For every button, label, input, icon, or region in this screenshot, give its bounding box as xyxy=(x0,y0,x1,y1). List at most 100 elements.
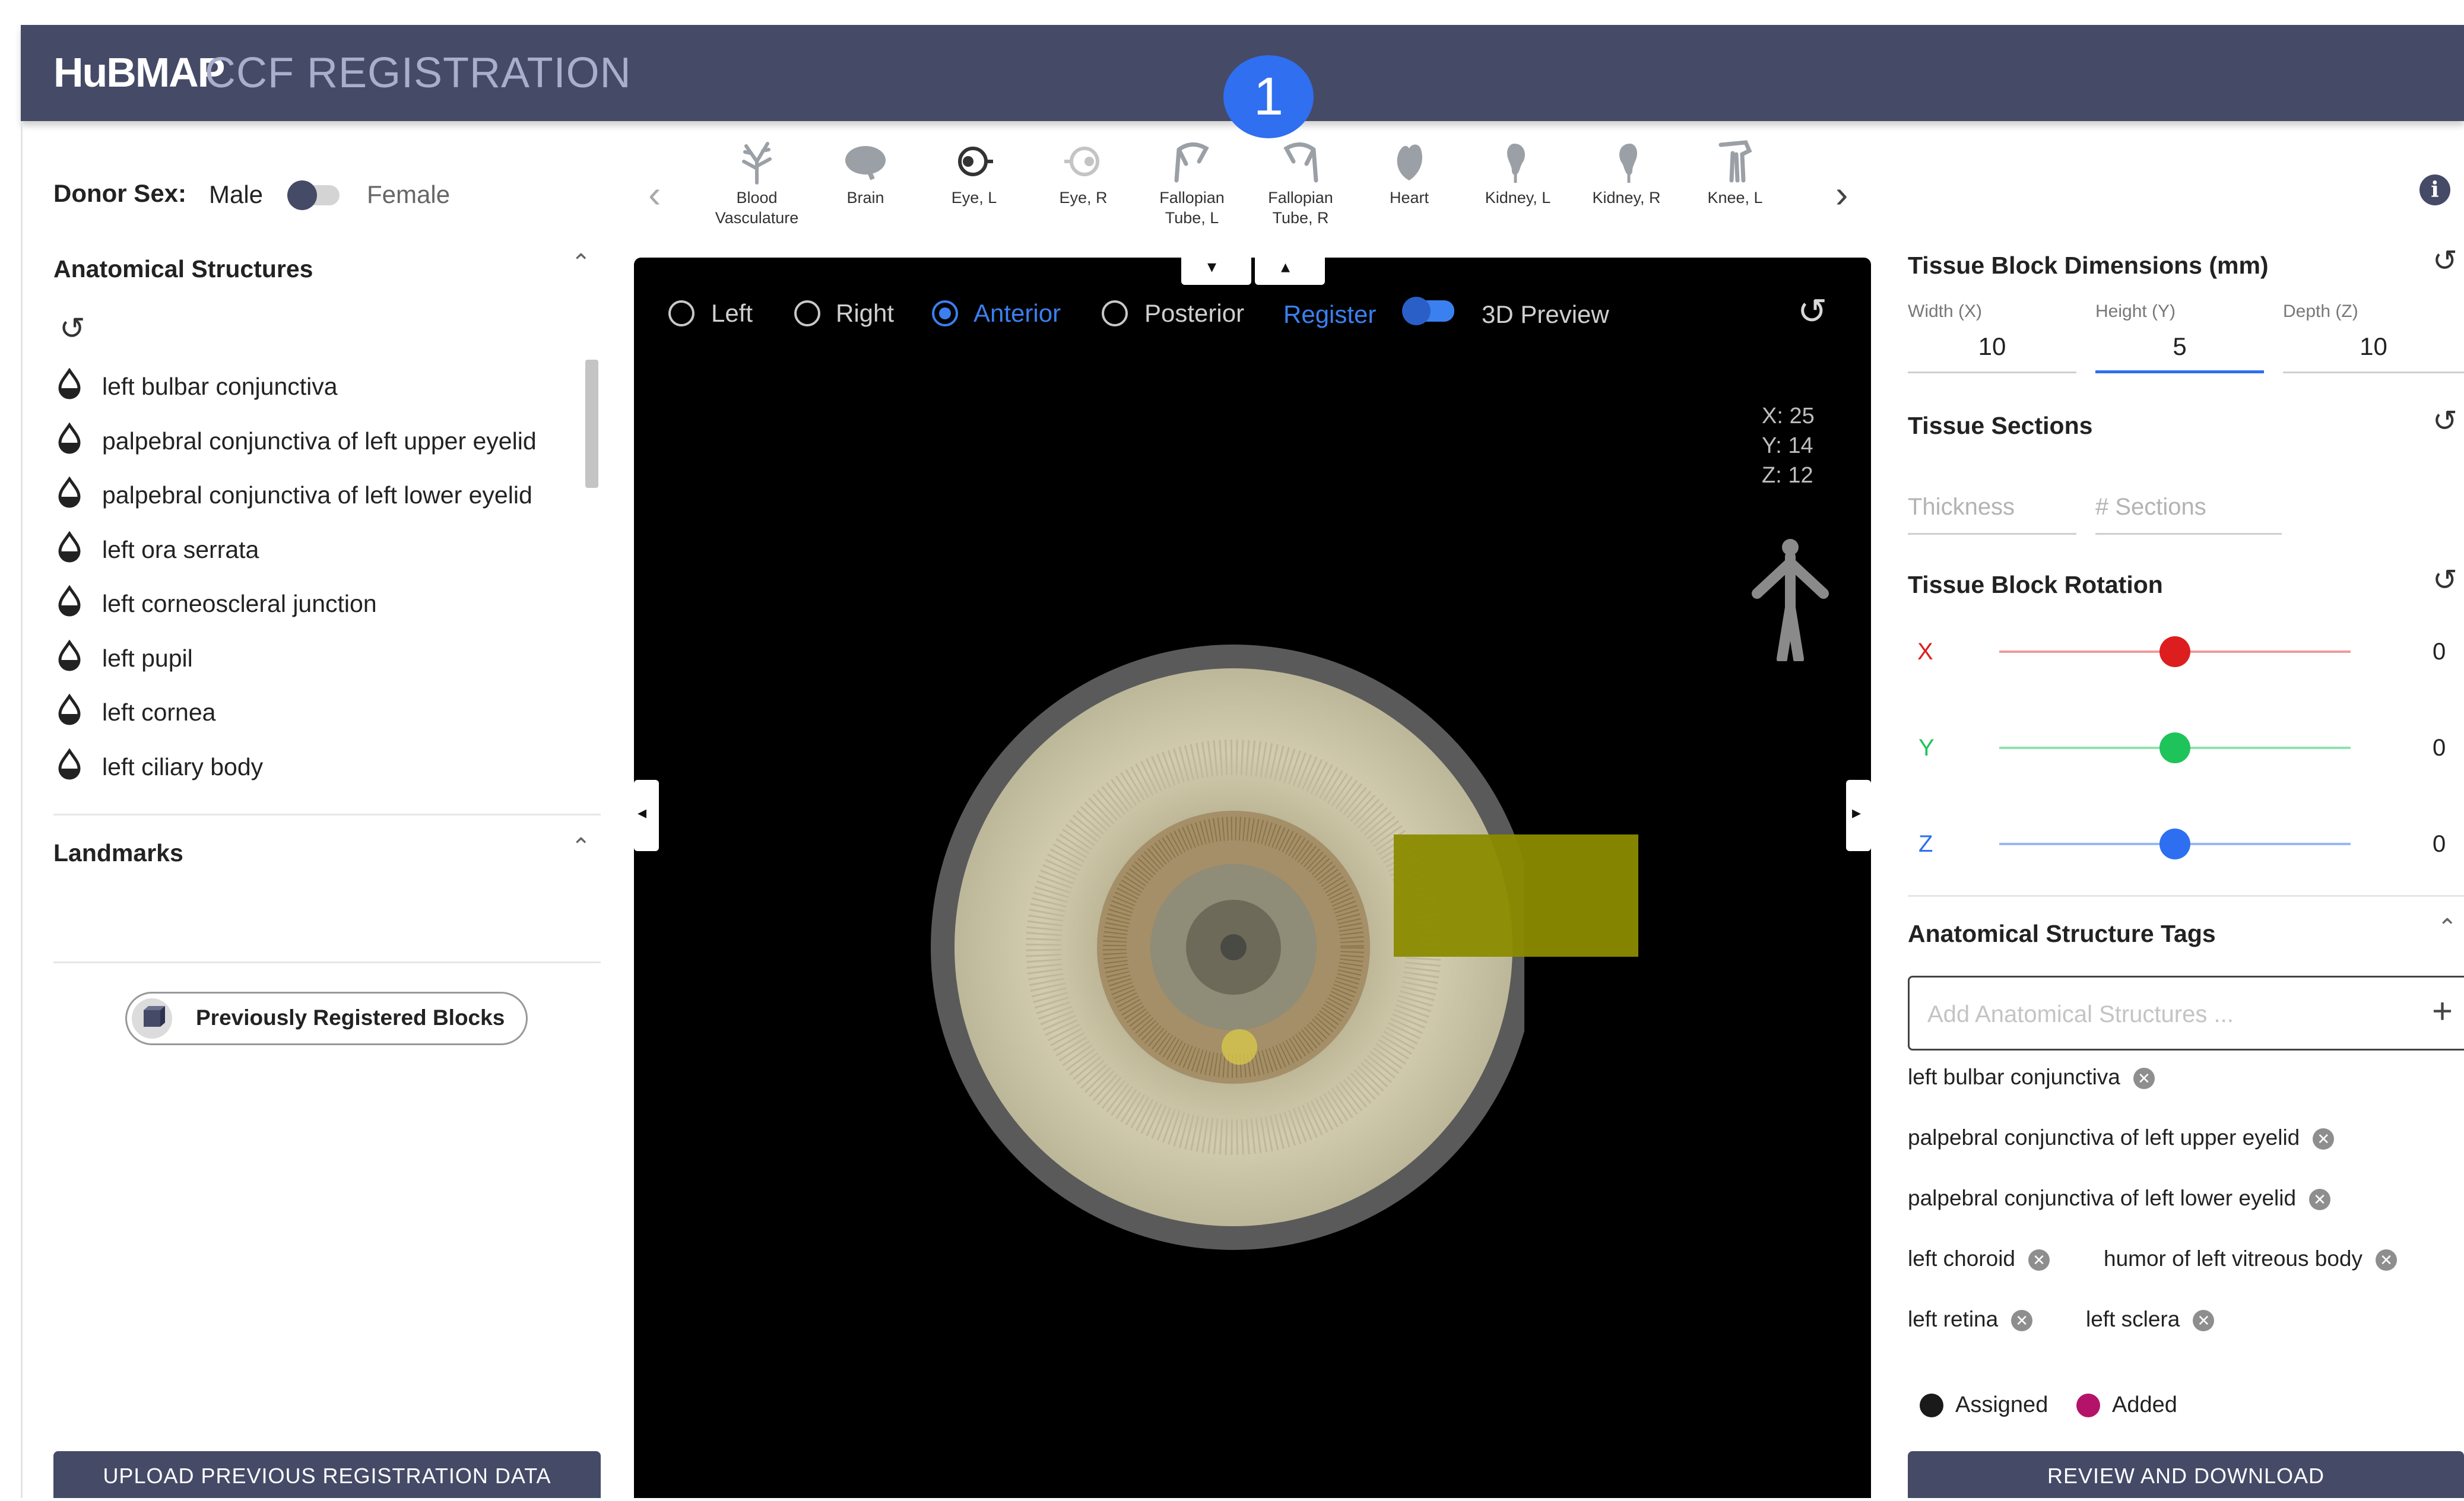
preview-toggle[interactable] xyxy=(1402,297,1454,325)
list-item[interactable]: left ora serrata xyxy=(58,531,259,564)
remove-tag-icon[interactable]: ✕ xyxy=(2028,1249,2050,1271)
tag-search-box[interactable]: Add Anatomical Structures ... + xyxy=(1908,976,2464,1051)
radio-posterior[interactable] xyxy=(1102,300,1128,326)
radio-left[interactable] xyxy=(668,300,695,326)
caret-up-icon: ▴ xyxy=(1281,257,1290,277)
donor-sex-toggle[interactable] xyxy=(287,180,340,210)
opacity-drop-icon[interactable] xyxy=(56,640,83,673)
organ-label-line1: Kidney, R xyxy=(1592,189,1661,207)
structure-label: left corneoscleral junction xyxy=(102,590,377,617)
tag-label: palpebral conjunctiva of left lower eyel… xyxy=(1908,1186,2297,1210)
view-right-label[interactable]: Right xyxy=(836,299,894,328)
structure-tag: palpebral conjunctiva of left lower eyel… xyxy=(1908,1186,2331,1211)
tag-search-input[interactable]: Add Anatomical Structures ... xyxy=(1927,1001,2234,1028)
donor-male-label[interactable]: Male xyxy=(209,180,263,209)
list-scrollbar[interactable] xyxy=(585,360,598,488)
cube-icon xyxy=(132,998,172,1039)
kidney-icon xyxy=(1619,144,1637,183)
upload-registration-button[interactable]: UPLOAD PREVIOUS REGISTRATION DATA xyxy=(53,1451,601,1498)
reset-dimensions-icon[interactable]: ↺ xyxy=(2433,243,2457,278)
3d-viewer[interactable]: ▾ ▴ Left Right Anterior Posterior Regist… xyxy=(634,254,1871,1498)
opacity-drop-icon[interactable] xyxy=(56,423,83,456)
remove-tag-icon[interactable]: ✕ xyxy=(2309,1189,2331,1211)
collapse-right-panel-tab[interactable]: ▸ xyxy=(1846,780,1871,851)
opacity-drop-icon[interactable] xyxy=(56,748,83,782)
field-underline xyxy=(2283,372,2464,373)
remove-tag-icon[interactable]: ✕ xyxy=(2133,1068,2155,1090)
list-item[interactable]: palpebral conjunctiva of left upper eyel… xyxy=(58,423,537,455)
opacity-drop-icon[interactable] xyxy=(56,531,83,564)
thickness-input[interactable]: Thickness xyxy=(1908,494,2015,521)
collapse-chevron-icon[interactable]: ⌃ xyxy=(571,249,591,277)
list-item[interactable]: left pupil xyxy=(58,640,193,672)
organ-knee-left[interactable]: Knee, L xyxy=(1682,138,1788,208)
tissue-block[interactable] xyxy=(1394,834,1638,957)
rotation-y-label: Y xyxy=(1918,735,1935,761)
organ-eye-right[interactable]: Eye, R xyxy=(1030,138,1137,208)
remove-tag-icon[interactable]: ✕ xyxy=(2193,1310,2215,1332)
rotation-title: Tissue Block Rotation xyxy=(1908,571,2163,598)
height-label: Height (Y) xyxy=(2095,302,2176,321)
carousel-prev-icon[interactable]: ‹ xyxy=(648,172,661,216)
list-item[interactable]: left ciliary body xyxy=(58,748,263,781)
collapse-left-panel-tab[interactable]: ◂ xyxy=(634,780,659,851)
tag-label: palpebral conjunctiva of left upper eyel… xyxy=(1908,1125,2300,1150)
collapse-toolbar-tab[interactable]: ▾ xyxy=(1181,254,1251,285)
opacity-drop-icon[interactable] xyxy=(56,694,83,727)
rotation-x-thumb[interactable] xyxy=(2159,636,2190,667)
organ-brain[interactable]: Brain xyxy=(812,138,919,208)
info-icon[interactable]: i xyxy=(2419,174,2450,205)
carousel-next-icon[interactable]: › xyxy=(1835,172,1848,216)
view-left-label[interactable]: Left xyxy=(711,299,753,328)
collapse-chevron-icon[interactable]: ⌃ xyxy=(571,833,591,861)
reset-view-icon[interactable]: ↺ xyxy=(1797,291,1827,332)
organ-fallopian-tube-left[interactable]: Fallopian Tube, L xyxy=(1139,138,1245,228)
reset-sections-icon[interactable]: ↺ xyxy=(2433,404,2457,438)
expand-toolbar-tab[interactable]: ▴ xyxy=(1255,254,1325,285)
list-item[interactable]: left cornea xyxy=(58,694,215,726)
field-underline xyxy=(1908,533,2076,535)
reset-icon[interactable]: ↺ xyxy=(59,311,85,347)
caret-left-icon: ◂ xyxy=(638,803,647,823)
organ-label-line1: Brain xyxy=(846,189,884,207)
organ-label-line1: Fallopian xyxy=(1159,189,1225,207)
add-tag-icon[interactable]: + xyxy=(2432,991,2453,1032)
toggle-knob xyxy=(287,180,317,210)
depth-input[interactable]: 10 xyxy=(2283,332,2464,361)
previously-registered-button[interactable]: Previously Registered Blocks xyxy=(125,992,528,1045)
reset-rotation-icon[interactable]: ↺ xyxy=(2433,563,2457,597)
review-download-button[interactable]: REVIEW AND DOWNLOAD xyxy=(1908,1451,2464,1498)
3d-preview-label[interactable]: 3D Preview xyxy=(1482,300,1609,329)
radio-anterior[interactable] xyxy=(932,300,958,326)
organ-label-line2: Tube, L xyxy=(1165,209,1219,227)
opacity-drop-icon[interactable] xyxy=(56,477,83,510)
rotation-y-thumb[interactable] xyxy=(2159,732,2190,763)
radio-right[interactable] xyxy=(794,300,820,326)
collapse-chevron-icon[interactable]: ⌃ xyxy=(2437,914,2457,941)
height-input[interactable]: 5 xyxy=(2095,332,2264,361)
list-item[interactable]: left bulbar conjunctiva xyxy=(58,368,338,401)
opacity-drop-icon[interactable] xyxy=(56,585,83,618)
opacity-drop-icon[interactable] xyxy=(56,368,83,401)
landmarks-title: Landmarks xyxy=(53,839,183,867)
rotation-z-label: Z xyxy=(1918,831,1933,857)
rotation-z-thumb[interactable] xyxy=(2159,829,2190,859)
remove-tag-icon[interactable]: ✕ xyxy=(2313,1128,2335,1150)
donor-female-label[interactable]: Female xyxy=(367,180,450,209)
organ-heart[interactable]: Heart xyxy=(1356,138,1463,208)
view-anterior-label[interactable]: Anterior xyxy=(973,299,1061,328)
organ-eye-left[interactable]: Eye, L xyxy=(921,138,1028,208)
organ-kidney-right[interactable]: Kidney, R xyxy=(1573,138,1680,208)
organ-kidney-left[interactable]: Kidney, L xyxy=(1464,138,1571,208)
list-item[interactable]: left corneoscleral junction xyxy=(58,585,377,618)
width-input[interactable]: 10 xyxy=(1908,332,2076,361)
organ-fallopian-tube-right[interactable]: Fallopian Tube, R xyxy=(1247,138,1354,228)
remove-tag-icon[interactable]: ✕ xyxy=(2011,1310,2033,1332)
view-posterior-label[interactable]: Posterior xyxy=(1144,299,1244,328)
list-item[interactable]: palpebral conjunctiva of left lower eyel… xyxy=(58,477,532,509)
register-mode-label[interactable]: Register xyxy=(1283,300,1376,329)
organ-blood-vasculature[interactable]: Blood Vasculature xyxy=(703,138,810,228)
sections-count-input[interactable]: # Sections xyxy=(2095,494,2206,521)
remove-tag-icon[interactable]: ✕ xyxy=(2376,1249,2397,1271)
rotation-z-value: 0 xyxy=(2433,831,2446,857)
